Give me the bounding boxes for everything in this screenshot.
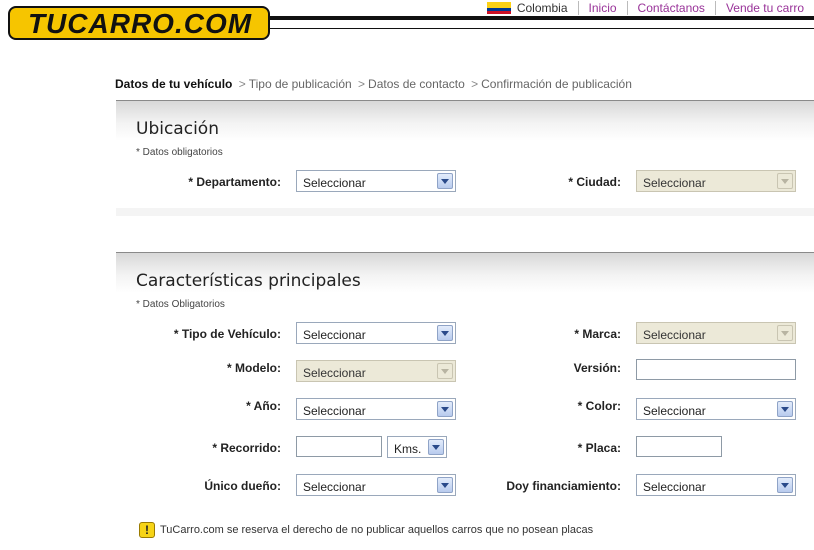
color-label: * Color:: [577, 399, 621, 413]
chevron-down-icon: [777, 173, 793, 189]
recorrido-input[interactable]: [296, 436, 382, 457]
placa-label: * Placa:: [577, 441, 621, 455]
unico-dueno-label: Único dueño:: [204, 479, 281, 493]
breadcrumb-step: Tipo de publicación: [248, 77, 352, 91]
marca-label: * Marca:: [574, 327, 621, 341]
breadcrumb: Datos de tu vehículo > Tipo de publicació…: [115, 77, 632, 91]
section-title: Características principales: [136, 271, 361, 291]
header-rule-thin: [268, 28, 814, 29]
logo-text: TUCARRO.COM: [27, 8, 253, 39]
ciudad-select[interactable]: Seleccionar: [636, 170, 796, 192]
financiamiento-select[interactable]: Seleccionar: [636, 474, 796, 496]
chevron-down-icon[interactable]: [777, 477, 793, 493]
chevron-down-icon[interactable]: [777, 401, 793, 417]
chevron-down-icon[interactable]: [428, 439, 444, 455]
chevron-down-icon: [777, 325, 793, 341]
chevron-down-icon[interactable]: [437, 325, 453, 341]
placas-notice: ! TuCarro.com se reserva el derecho de n…: [139, 522, 593, 538]
unico-dueno-select[interactable]: Seleccionar: [296, 474, 456, 496]
required-note: * Datos obligatorios: [136, 147, 223, 158]
departamento-label: * Departamento:: [188, 175, 281, 189]
tipo-vehiculo-select[interactable]: Seleccionar: [296, 322, 456, 344]
colombia-flag-icon: [486, 2, 511, 14]
breadcrumb-current-step: Datos de tu vehículo: [115, 77, 233, 91]
ubicacion-section: Ubicación * Datos obligatorios: [116, 100, 814, 216]
notice-text: TuCarro.com se reserva el derecho de no …: [160, 524, 594, 536]
anio-label: * Año:: [246, 399, 281, 413]
site-header: TUCARRO.COM Colombia Inicio Contáctanos …: [0, 0, 814, 42]
chevron-down-icon[interactable]: [437, 173, 453, 189]
header-rule: [268, 16, 814, 20]
nav-inicio-link[interactable]: Inicio: [577, 1, 627, 15]
breadcrumb-step: Datos de contacto: [368, 77, 465, 91]
breadcrumb-step: Confirmación de publicación: [481, 77, 632, 91]
top-nav: Colombia Inicio Contáctanos Vende tu car…: [486, 0, 814, 16]
site-logo[interactable]: TUCARRO.COM: [8, 6, 270, 40]
modelo-label: * Modelo:: [227, 361, 281, 375]
chevron-down-icon[interactable]: [437, 401, 453, 417]
tipo-vehiculo-label: * Tipo de Vehículo:: [173, 327, 281, 341]
placa-input[interactable]: [636, 436, 722, 457]
recorrido-label: * Recorrido:: [212, 441, 281, 455]
required-note: * Datos Obligatorios: [136, 299, 225, 310]
departamento-select[interactable]: Seleccionar: [296, 170, 456, 192]
country-label: Colombia: [516, 1, 568, 15]
version-label: Versión:: [573, 361, 621, 375]
chevron-down-icon[interactable]: [437, 477, 453, 493]
modelo-select[interactable]: Seleccionar: [296, 360, 456, 382]
nav-contactanos-link[interactable]: Contáctanos: [626, 1, 715, 15]
color-select[interactable]: Seleccionar: [636, 398, 796, 420]
recorrido-unit-select[interactable]: Kms.: [387, 436, 447, 458]
ciudad-label: * Ciudad:: [568, 175, 621, 189]
marca-select[interactable]: Seleccionar: [636, 322, 796, 344]
country-selector[interactable]: Colombia: [486, 1, 578, 15]
warning-icon: !: [139, 522, 155, 538]
nav-vende-link[interactable]: Vende tu carro: [714, 1, 814, 15]
financiamiento-label: Doy financiamiento:: [506, 479, 621, 493]
chevron-down-icon: [437, 363, 453, 379]
version-input[interactable]: [636, 359, 796, 380]
anio-select[interactable]: Seleccionar: [296, 398, 456, 420]
section-title: Ubicación: [136, 119, 219, 139]
